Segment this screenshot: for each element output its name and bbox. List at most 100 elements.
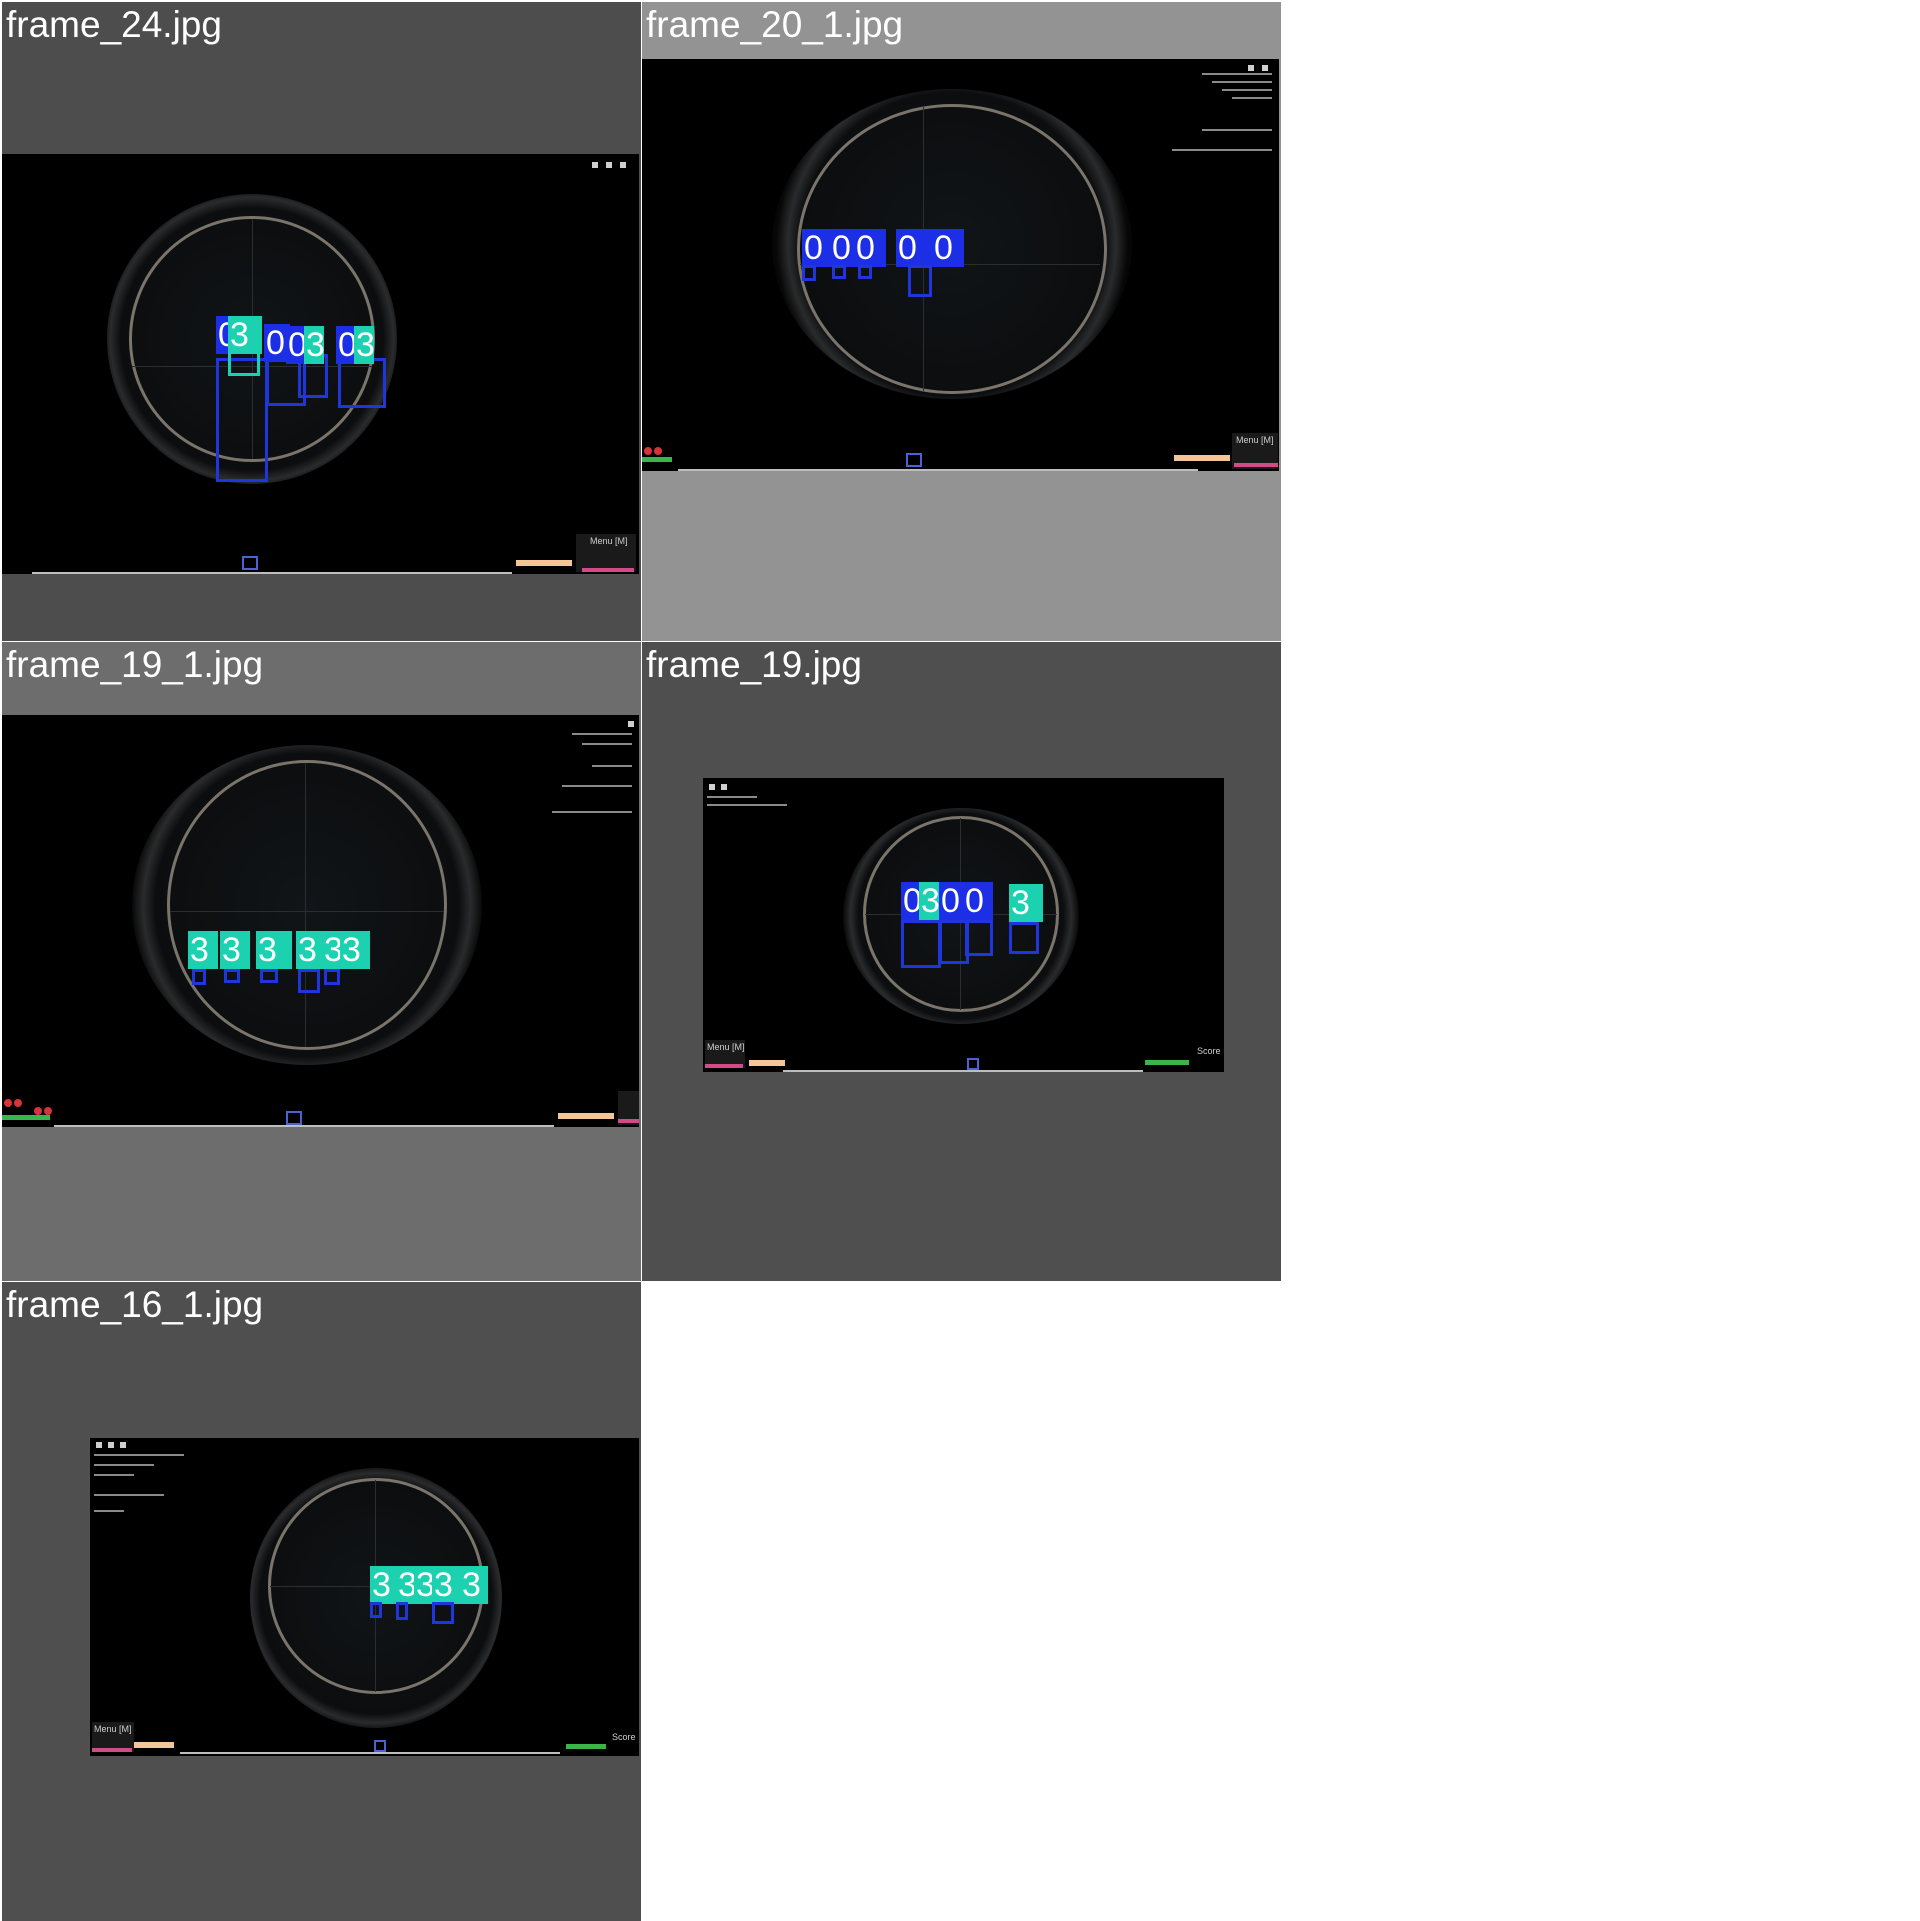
status-bar	[1145, 1060, 1189, 1065]
chat-line	[707, 804, 787, 806]
detection-box	[298, 969, 320, 993]
detection-label: 3	[354, 326, 374, 364]
hud-baseline	[180, 1752, 560, 1754]
detection-label: 0	[963, 882, 993, 920]
hud-icon	[1262, 65, 1268, 71]
detection-box	[965, 920, 993, 956]
detection-box	[858, 265, 872, 279]
detection-box	[370, 1602, 382, 1618]
chat-line	[552, 811, 632, 813]
health-bar	[705, 1064, 743, 1068]
weapon-slot	[967, 1058, 979, 1070]
detection-label: 3	[432, 1566, 460, 1604]
detection-box	[324, 969, 340, 985]
ammo-bar	[749, 1060, 785, 1066]
grid-tile-4: frame_19.jpg 0 3 0 0 3 Menu [M] Score	[642, 642, 1281, 1281]
status-icon	[44, 1107, 52, 1115]
detection-box	[338, 358, 386, 408]
detection-box	[908, 265, 932, 297]
hud-baseline	[54, 1125, 554, 1127]
hud-icon	[628, 721, 634, 727]
chat-line	[1222, 89, 1272, 91]
detection-label: 3	[256, 931, 292, 969]
detection-label: 3	[1009, 884, 1043, 922]
game-frame: 3 3 3 3 3 Menu [M] Score	[90, 1438, 639, 1756]
detection-box	[224, 969, 240, 983]
chat-line	[1202, 73, 1272, 75]
detection-box	[1009, 922, 1039, 954]
status-bar	[566, 1744, 606, 1749]
detection-label: 3	[460, 1566, 488, 1604]
score-label: Score	[612, 1732, 636, 1742]
detection-box	[228, 350, 260, 376]
scope-ring	[167, 760, 447, 1050]
grid-tile-2: frame_20_1.jpg 0 0 0 0 0 Menu [M]	[642, 2, 1281, 641]
score-label: Score	[1197, 1046, 1221, 1056]
detection-label: 3	[228, 316, 262, 354]
game-frame: 0 3 0 0 3 Menu [M] Score	[703, 778, 1224, 1072]
hud-icon	[108, 1442, 114, 1448]
menu-label: Menu [M]	[590, 536, 628, 546]
detection-label: 3	[370, 1566, 398, 1604]
tile-title: frame_19_1.jpg	[6, 644, 264, 685]
game-frame: 0 0 0 0 0 Menu [M]	[642, 59, 1279, 471]
weapon-slot	[242, 556, 258, 570]
ammo-bar	[1174, 455, 1230, 461]
detection-label: 0	[854, 229, 886, 267]
detection-label: 0	[932, 229, 964, 267]
detection-box	[901, 920, 941, 968]
crosshair-vertical	[305, 763, 306, 1047]
chat-line	[582, 743, 632, 745]
menu-label: Menu [M]	[707, 1042, 745, 1052]
chat-line	[1232, 97, 1272, 99]
detection-label: 3	[188, 931, 218, 969]
tile-title: frame_20_1.jpg	[646, 4, 904, 45]
game-frame: 3 3 3 3 3 3	[2, 715, 639, 1127]
chat-line	[94, 1510, 124, 1512]
chat-line	[94, 1454, 184, 1456]
menu-label: Menu [M]	[1236, 435, 1274, 445]
hud-icon	[1248, 65, 1254, 71]
detection-label: 0	[896, 229, 934, 267]
hud-baseline	[678, 469, 1198, 471]
ammo-bar	[516, 560, 572, 566]
detection-label: 3	[220, 931, 250, 969]
chat-line	[94, 1464, 154, 1466]
tile-title: frame_16_1.jpg	[6, 1284, 264, 1325]
chat-line	[572, 733, 632, 735]
detection-label: 0	[802, 229, 830, 267]
chat-line	[1172, 149, 1272, 151]
detection-box	[192, 969, 206, 985]
tile-title: frame_24.jpg	[6, 4, 222, 45]
status-icon	[14, 1099, 22, 1107]
hud-icon	[606, 162, 612, 168]
health-bar	[618, 1119, 639, 1123]
hud-icon	[721, 784, 727, 790]
hud-baseline	[783, 1070, 1143, 1072]
hud-icon	[709, 784, 715, 790]
detection-label: 3	[919, 882, 941, 920]
detection-box	[216, 358, 268, 482]
status-bar	[642, 457, 672, 462]
detection-box	[260, 969, 278, 983]
detection-label: 0	[939, 882, 965, 920]
hud-icon	[120, 1442, 126, 1448]
tile-title: frame_19.jpg	[646, 644, 862, 685]
crosshair-horizontal	[170, 911, 444, 912]
weapon-slot	[374, 1740, 386, 1752]
hud-icon	[96, 1442, 102, 1448]
chat-line	[94, 1494, 164, 1496]
chat-line	[94, 1474, 134, 1476]
health-bar	[1234, 463, 1278, 467]
grid-tile-5: frame_16_1.jpg 3 3 3 3 3 Menu [M] Score	[2, 1282, 641, 1921]
status-icon	[654, 447, 662, 455]
chat-line	[592, 765, 632, 767]
chat-line	[1202, 129, 1272, 131]
chat-line	[1212, 81, 1272, 83]
detection-box	[832, 265, 846, 279]
status-icon	[644, 447, 652, 455]
status-bar	[2, 1115, 50, 1120]
health-bar	[582, 568, 634, 572]
detection-label: 3	[340, 931, 370, 969]
status-icon	[4, 1099, 12, 1107]
